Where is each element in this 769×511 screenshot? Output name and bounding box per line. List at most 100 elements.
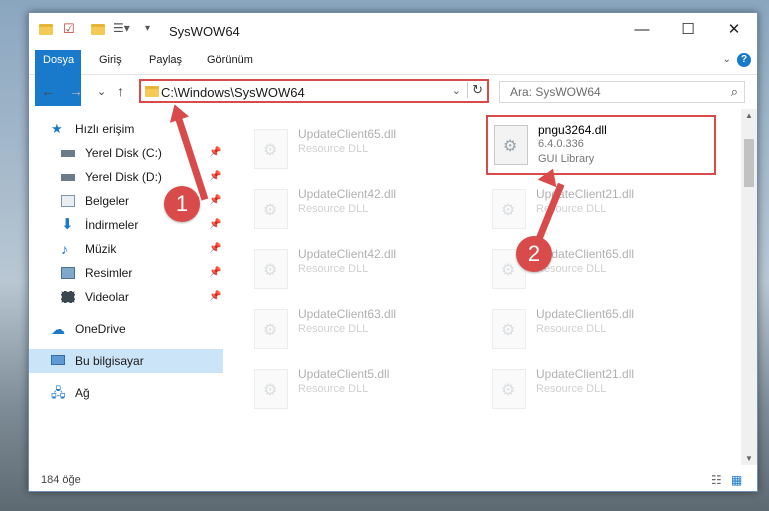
tab-share[interactable]: Paylaş <box>141 50 190 70</box>
computer-icon <box>51 355 65 365</box>
gear-icon: ⚙ <box>501 262 516 279</box>
refresh-icon[interactable]: ↻ <box>467 82 483 98</box>
file-name: UpdateClient5.dll <box>298 367 390 381</box>
dll-file-icon: ⚙ <box>254 309 288 349</box>
scroll-down-icon[interactable]: ▼ <box>745 454 753 463</box>
window-title: SysWOW64 <box>169 24 240 39</box>
dll-file-icon: ⚙ <box>492 369 526 409</box>
title-bar: ☑ ☰▾ ▾ SysWOW64 — ☐ ✕ <box>29 13 757 46</box>
maximize-button[interactable]: ☐ <box>665 13 711 46</box>
dll-file-icon: ⚙ <box>254 189 288 229</box>
minimize-button[interactable]: — <box>619 13 665 46</box>
new-folder-icon[interactable] <box>91 24 105 35</box>
navigation-bar: ← → ⌄ ↑ C:\Windows\SysWOW64 ⌄ ↻ Ara: Sys… <box>29 75 757 109</box>
search-icon[interactable]: ⌕ <box>731 84 738 100</box>
sidebar-item-label: Yerel Disk (D:) <box>85 170 162 184</box>
tab-view[interactable]: Görünüm <box>199 50 261 70</box>
file-description: Resource DLL <box>298 143 369 155</box>
customize-icon[interactable]: ☰▾ <box>113 21 130 35</box>
drive-icon <box>61 174 75 181</box>
expand-ribbon-icon[interactable]: ⌄ <box>723 54 731 65</box>
file-item-pngu3264[interactable]: ⚙ pngu3264.dll 6.4.0.336 GUI Library <box>486 115 716 175</box>
details-view-icon[interactable]: ☷ <box>711 469 722 491</box>
search-box[interactable]: Ara: SysWOW64 ⌕ <box>499 81 745 103</box>
dll-file-icon: ⚙ <box>494 125 528 165</box>
file-item[interactable]: ⚙ UpdateClient63.dll Resource DLL <box>248 301 478 357</box>
file-item[interactable]: ⚙ UpdateClient5.dll Resource DLL <box>248 361 478 417</box>
videos-icon <box>61 291 75 303</box>
sidebar-item-label: OneDrive <box>75 322 126 336</box>
folder-icon <box>145 86 159 97</box>
star-icon: ★ <box>51 121 63 136</box>
drive-icon <box>61 150 75 157</box>
file-item[interactable]: ⚙ UpdateClient42.dll Resource DLL <box>248 181 478 237</box>
file-description: Resource DLL <box>536 323 607 335</box>
network-icon: 🖧 <box>51 385 66 400</box>
toolbar-dropdown-icon[interactable]: ▾ <box>145 23 150 34</box>
file-item[interactable]: ⚙ UpdateClient65.dll Resource DLL <box>486 301 716 357</box>
sidebar-item-label: Resimler <box>85 266 133 280</box>
properties-icon[interactable]: ☑ <box>63 21 75 37</box>
help-icon[interactable]: ? <box>737 53 751 67</box>
tab-home[interactable]: Giriş <box>91 50 130 70</box>
gear-icon: ⚙ <box>501 382 516 399</box>
address-bar[interactable]: C:\Windows\SysWOW64 ⌄ ↻ <box>139 79 489 103</box>
file-name: UpdateClient21.dll <box>536 367 635 381</box>
forward-button[interactable]: → <box>69 83 83 99</box>
sidebar-item-label: Hızlı erişim <box>75 122 135 136</box>
sidebar-item-this-pc[interactable]: Bu bilgisayar <box>29 349 223 373</box>
dll-file-icon: ⚙ <box>492 189 526 229</box>
sidebar-item-pictures[interactable]: Resimler 📌 <box>29 261 223 285</box>
file-description: GUI Library <box>538 153 595 165</box>
up-button[interactable]: ↑ <box>117 83 124 99</box>
sidebar-item-onedrive[interactable]: ☁ OneDrive <box>29 317 223 341</box>
file-item[interactable]: ⚙ UpdateClient21.dll Resource DLL <box>486 361 716 417</box>
sidebar-item-network[interactable]: 🖧 Ağ <box>29 381 223 405</box>
sidebar-item-quick-access[interactable]: ★ Hızlı erişim <box>29 117 223 141</box>
pin-icon[interactable]: 📌 <box>209 213 221 237</box>
gear-icon: ⚙ <box>263 322 278 339</box>
status-bar: 184 öğe ☷ ▦ <box>29 469 757 491</box>
vertical-scrollbar[interactable]: ▲ ▼ <box>741 109 757 465</box>
sidebar-item-music[interactable]: ♪ Müzik 📌 <box>29 237 223 261</box>
dll-file-icon: ⚙ <box>254 369 288 409</box>
file-item[interactable]: ⚙ UpdateClient65.dll Resource DLL <box>248 121 478 177</box>
pictures-icon <box>61 267 75 279</box>
annotation-badge-2: 2 <box>516 236 552 272</box>
sidebar-item-label: İndirmeler <box>85 218 139 232</box>
pin-icon[interactable]: 📌 <box>209 189 221 213</box>
documents-icon <box>61 195 75 207</box>
recent-locations-button[interactable]: ⌄ <box>97 85 106 98</box>
download-icon: ⬇ <box>61 216 74 233</box>
back-button[interactable]: ← <box>41 83 55 99</box>
file-name: UpdateClient65.dll <box>536 307 635 321</box>
file-item[interactable]: ⚙ UpdateClient21.dll Resource DLL <box>486 181 716 237</box>
sidebar-item-label: Ağ <box>75 386 90 400</box>
close-button[interactable]: ✕ <box>711 13 757 46</box>
large-icons-view-icon[interactable]: ▦ <box>731 469 742 491</box>
cloud-icon: ☁ <box>51 321 65 337</box>
file-description: Resource DLL <box>536 383 607 395</box>
scrollbar-thumb[interactable] <box>744 139 754 187</box>
annotation-badge-1: 1 <box>164 186 200 222</box>
scroll-up-icon[interactable]: ▲ <box>745 111 753 120</box>
dll-file-icon: ⚙ <box>254 249 288 289</box>
pin-icon[interactable]: 📌 <box>209 141 221 165</box>
file-description: Resource DLL <box>298 323 369 335</box>
sidebar-item-label: Belgeler <box>85 194 130 208</box>
pin-icon[interactable]: 📌 <box>209 261 221 285</box>
sidebar-item-videos[interactable]: Videolar 📌 <box>29 285 223 309</box>
sidebar-item-label: Bu bilgisayar <box>75 354 144 368</box>
pin-icon[interactable]: 📌 <box>209 165 221 189</box>
pin-icon[interactable]: 📌 <box>209 285 221 309</box>
gear-icon: ⚙ <box>263 382 278 399</box>
file-name: UpdateClient42.dll <box>298 187 397 201</box>
sidebar-item-label: Videolar <box>85 290 129 304</box>
dll-file-icon: ⚙ <box>254 129 288 169</box>
search-placeholder: Ara: SysWOW64 <box>510 85 601 99</box>
sidebar-item-label: Yerel Disk (C:) <box>85 146 162 160</box>
address-dropdown-icon[interactable]: ⌄ <box>452 84 461 97</box>
gear-icon: ⚙ <box>263 202 278 219</box>
file-item[interactable]: ⚙ UpdateClient42.dll Resource DLL <box>248 241 478 297</box>
pin-icon[interactable]: 📌 <box>209 237 221 261</box>
